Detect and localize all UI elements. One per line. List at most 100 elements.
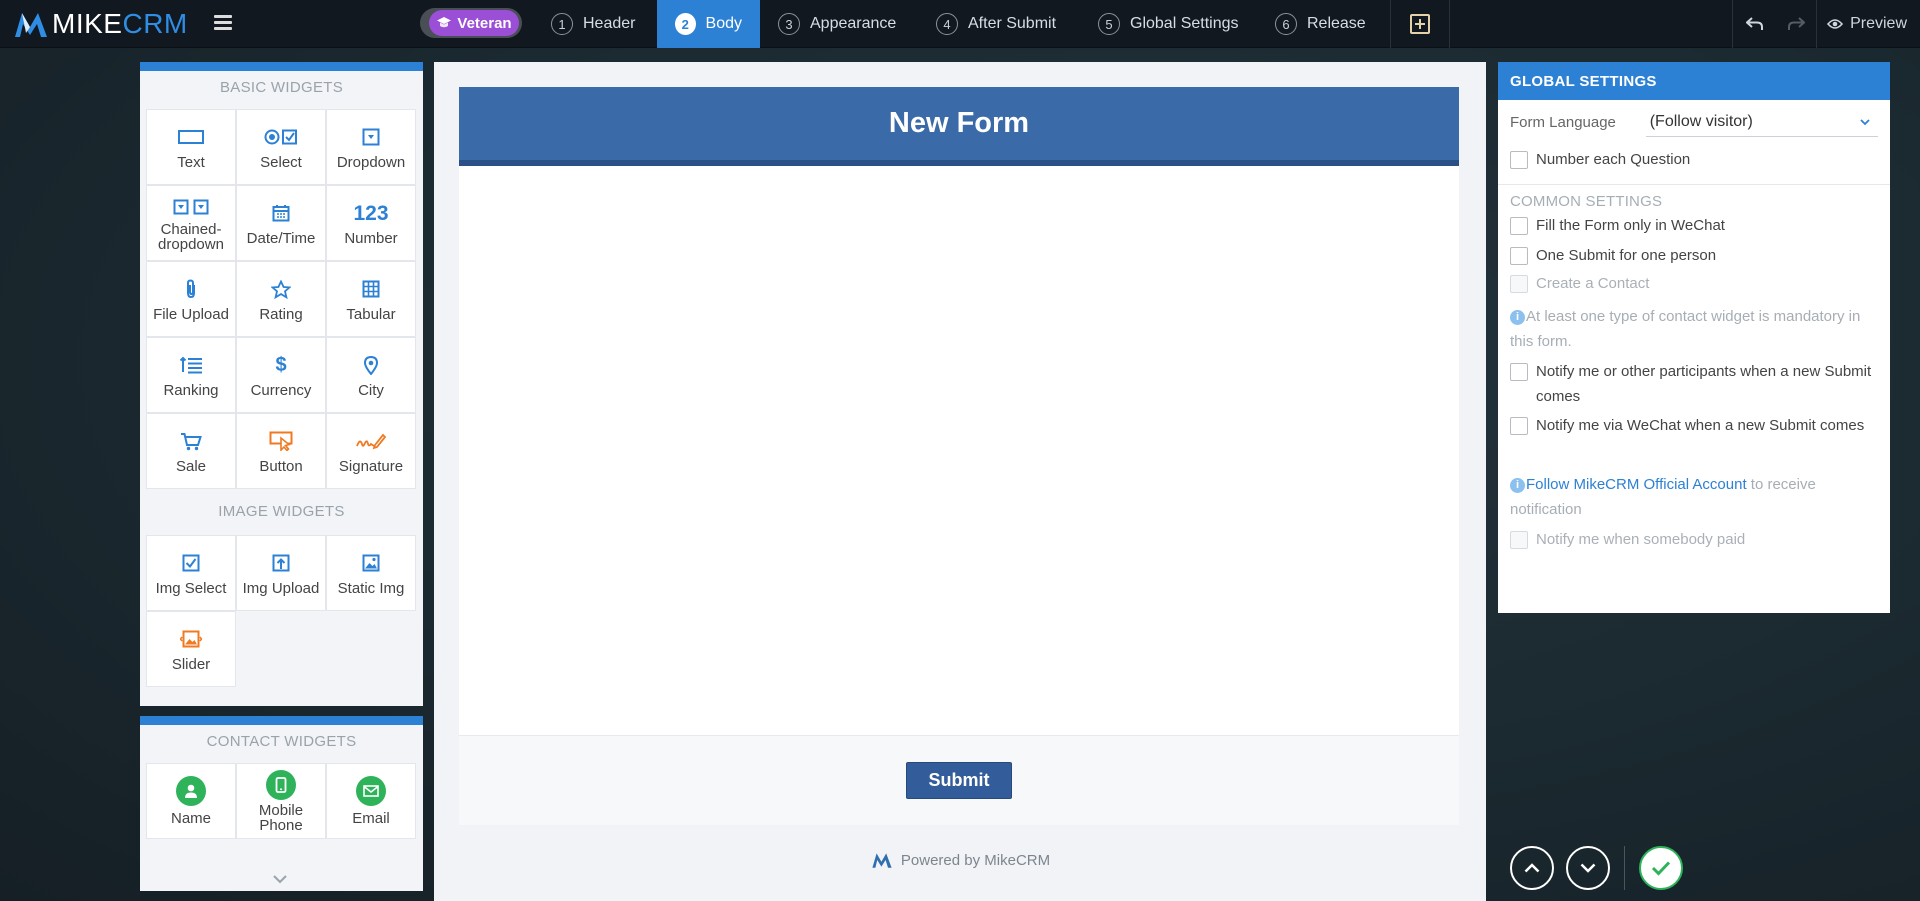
one-submit-checkbox[interactable]: [1510, 247, 1528, 265]
veteran-badge[interactable]: Veteran: [420, 8, 522, 38]
widget-label: Signature: [338, 458, 404, 475]
notify-paid-checkbox[interactable]: [1510, 531, 1528, 549]
fill-wechat-row: Fill the Form only in WeChat: [1498, 212, 1890, 240]
powered-by[interactable]: Powered by MikeCRM: [434, 851, 1486, 869]
eye-icon: [1827, 19, 1844, 29]
form-canvas: New Form Submit Powered by MikeCRM: [434, 62, 1486, 901]
undo-icon[interactable]: [1732, 0, 1776, 48]
form-language-label: Form Language: [1510, 113, 1616, 131]
widget-rating[interactable]: Rating: [236, 261, 326, 337]
form-language-select[interactable]: (Follow visitor): [1645, 107, 1878, 137]
widget-slider[interactable]: Slider: [146, 611, 236, 687]
follow-official-account-link[interactable]: Follow MikeCRM Official Account: [1526, 476, 1747, 493]
number-each-question-label: Number each Question: [1536, 151, 1691, 168]
step-number: 5: [1098, 13, 1120, 35]
mobile-phone-icon: [275, 776, 287, 793]
redo-icon[interactable]: [1776, 0, 1816, 48]
number-icon: 123: [353, 201, 389, 225]
widget-label: Text: [177, 154, 205, 171]
radio-check-icon: [264, 129, 297, 145]
tab-header[interactable]: 1 Header: [533, 0, 657, 48]
screenshot-capture-icon[interactable]: [1390, 0, 1450, 48]
contact-widgets-grid: Name Mobile Phone Email: [146, 763, 423, 839]
widget-label: Email: [352, 810, 390, 827]
widget-ranking[interactable]: Ranking: [146, 337, 236, 413]
info-icon: i: [1510, 310, 1525, 325]
tab-after-submit[interactable]: 4 After Submit: [918, 0, 1080, 48]
number-each-question-checkbox[interactable]: [1510, 151, 1528, 169]
step-label: Body: [705, 15, 742, 32]
step-number: 2: [675, 13, 696, 35]
create-contact-checkbox[interactable]: [1510, 275, 1528, 293]
image-widgets-title: IMAGE WIDGETS: [218, 503, 345, 520]
widget-signature[interactable]: Signature: [326, 413, 416, 489]
widget-file-upload[interactable]: File Upload: [146, 261, 236, 337]
chevron-down-icon: [1860, 115, 1870, 129]
widget-label: Static Img: [337, 580, 405, 597]
contact-widgets-title: CONTACT WIDGETS: [206, 733, 357, 750]
contact-widgets-panel: CONTACT WIDGETS Name Mobile Phone Email: [140, 716, 423, 891]
widget-label: Sale: [175, 458, 207, 475]
tab-appearance[interactable]: 3 Appearance: [760, 0, 918, 48]
tab-global-settings[interactable]: 5 Global Settings: [1080, 0, 1257, 48]
preview-button[interactable]: Preview: [1816, 0, 1920, 48]
basic-widgets-title: BASIC WIDGETS: [219, 79, 344, 96]
widget-static-img[interactable]: Static Img: [326, 535, 416, 611]
widget-tabular[interactable]: Tabular: [326, 261, 416, 337]
settings-title: GLOBAL SETTINGS: [1498, 62, 1890, 100]
notify-participants-checkbox[interactable]: [1510, 363, 1528, 381]
widget-label: Mobile Phone: [258, 801, 304, 834]
next-down-button[interactable]: [1566, 846, 1610, 890]
star-icon: [271, 279, 291, 299]
ranking-icon: [179, 356, 202, 374]
button-click-icon: [269, 431, 293, 451]
step-label: After Submit: [968, 15, 1057, 32]
notify-wechat-label: Notify me via WeChat when a new Submit c…: [1536, 417, 1865, 434]
submit-button[interactable]: Submit: [906, 762, 1012, 799]
widget-select[interactable]: Select: [236, 109, 326, 185]
veteran-label: Veteran: [457, 14, 512, 32]
widget-sale[interactable]: Sale: [146, 413, 236, 489]
widget-email[interactable]: Email: [326, 763, 416, 839]
widget-date-time[interactable]: Date/Time: [236, 185, 326, 261]
widget-img-select[interactable]: Img Select: [146, 535, 236, 611]
chained-dropdown-icon: [173, 199, 209, 215]
number-each-question-row: Number each Question: [1498, 144, 1890, 178]
widget-text[interactable]: Text: [146, 109, 236, 185]
mikecrm-logo-icon: [872, 853, 892, 868]
hamburger-menu-icon[interactable]: [214, 15, 232, 31]
logo-wordmark: MIKECRM: [52, 9, 188, 39]
chevron-down-icon[interactable]: [270, 871, 290, 885]
form-footer: Submit: [459, 735, 1459, 825]
widget-city[interactable]: City: [326, 337, 416, 413]
tab-release[interactable]: 6 Release: [1257, 0, 1385, 48]
checkmark-icon: [1651, 861, 1671, 876]
widget-label: Ranking: [163, 382, 219, 399]
form-body-dropzone[interactable]: [459, 166, 1459, 735]
step-label: Appearance: [810, 15, 897, 32]
global-settings-panel: GLOBAL SETTINGS Form Language (Follow vi…: [1498, 62, 1890, 613]
tab-body[interactable]: 2 Body: [657, 0, 760, 48]
step-number: 4: [936, 13, 958, 35]
widget-label: Img Upload: [242, 580, 320, 597]
contact-note-text: At least one type of contact widget is m…: [1510, 308, 1861, 350]
widget-name[interactable]: Name: [146, 763, 236, 839]
notify-participants-label: Notify me or other participants when a n…: [1536, 363, 1872, 405]
confirm-button[interactable]: [1639, 846, 1683, 890]
widget-currency[interactable]: $ Currency: [236, 337, 326, 413]
basic-widgets-panel: BASIC WIDGETS Text Select Dropdown Chain…: [140, 62, 423, 706]
fill-wechat-checkbox[interactable]: [1510, 217, 1528, 235]
widget-img-upload[interactable]: Img Upload: [236, 535, 326, 611]
widget-button[interactable]: Button: [236, 413, 326, 489]
widget-chained-dropdown[interactable]: Chained-dropdown: [146, 185, 236, 261]
form-header[interactable]: New Form: [459, 87, 1459, 166]
widget-dropdown[interactable]: Dropdown: [326, 109, 416, 185]
widget-number[interactable]: 123 Number: [326, 185, 416, 261]
widget-mobile-phone[interactable]: Mobile Phone: [236, 763, 326, 839]
form-language-row: Form Language (Follow visitor): [1498, 100, 1890, 144]
signature-icon: [356, 433, 386, 450]
notify-wechat-checkbox[interactable]: [1510, 417, 1528, 435]
image-slider-icon: [180, 630, 202, 648]
logo[interactable]: MIKECRM: [14, 9, 188, 39]
previous-up-button[interactable]: [1510, 846, 1554, 890]
